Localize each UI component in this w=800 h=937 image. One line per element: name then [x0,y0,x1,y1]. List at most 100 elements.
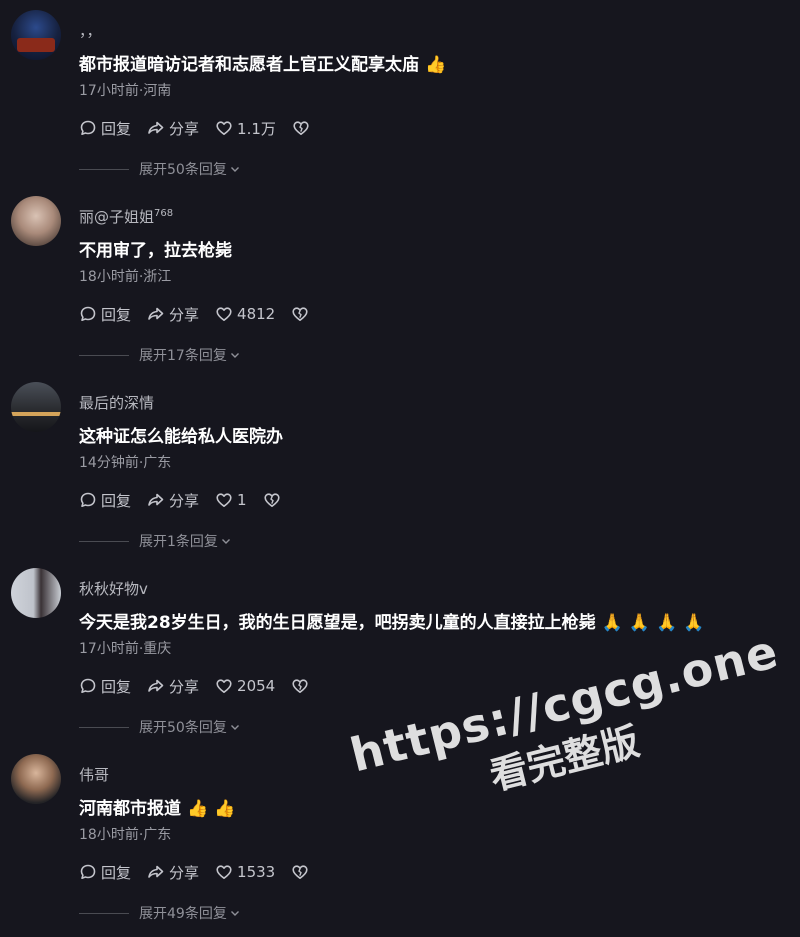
avatar[interactable] [11,196,61,246]
share-label: 分享 [169,677,200,696]
comment-item: 丽@子姐姐768 不用审了，拉去枪毙 18小时前·浙江 回复 分享 4812 展… [0,186,800,372]
thumbs-up-emoji: 👍 [214,799,236,819]
username-badge: 768 [154,208,174,219]
pray-emoji: 🙏 [628,613,650,633]
share-label: 分享 [169,491,200,510]
comment-text: 都市报道暗访记者和志愿者上官正义配享太庙 👍 [79,55,447,75]
comment-meta: 14分钟前·广东 [79,455,172,471]
expand-replies[interactable]: 展开50条回复 [79,160,241,178]
username[interactable]: 最后的深情 [79,392,154,413]
expand-replies-label: 展开49条回复 [139,906,227,922]
like-count: 1 [237,491,247,509]
thumbs-up-emoji: 👍 [187,799,209,819]
emoji-group: 🙏 🙏 🙏 🙏 [596,613,705,633]
heart-icon [216,679,232,693]
username[interactable]: 秋秋好物v [79,578,148,599]
chevron-down-icon [230,725,239,730]
comment-item: 最后的深情 这种证怎么能给私人医院办 14分钟前·广东 回复 分享 1 展开1条… [0,372,800,558]
reply-label: 回复 [101,491,132,510]
action-bar: 回复 分享 1.1万 [79,118,330,138]
comment-bubble-icon [80,306,96,321]
expand-replies[interactable]: 展开17条回复 [79,346,241,364]
emoji-group: 👍 👍 [181,799,235,819]
comment-text: 河南都市报道 👍 👍 [79,799,236,819]
reply-button[interactable]: 回复 [79,862,131,883]
comment-meta: 17小时前·河南 [79,83,172,99]
heart-icon [216,493,232,507]
share-button[interactable]: 分享 [147,490,199,511]
expand-replies[interactable]: 展开1条回复 [79,532,232,550]
avatar[interactable] [11,568,61,618]
chevron-down-icon [221,539,230,544]
action-bar: 回复 分享 2054 [79,676,329,696]
divider [79,354,129,356]
share-button[interactable]: 分享 [147,676,199,697]
username[interactable]: 伟哥 [79,764,109,785]
avatar[interactable] [11,754,61,804]
dislike-button[interactable] [292,119,314,137]
reply-button[interactable]: 回复 [79,490,131,511]
comment-bubble-icon [80,120,96,135]
dislike-button[interactable] [291,305,313,323]
share-button[interactable]: 分享 [147,862,199,883]
reply-button[interactable]: 回复 [79,676,131,697]
broken-heart-icon [292,679,308,693]
expand-replies-label: 展开1条回复 [139,534,218,550]
share-button[interactable]: 分享 [147,118,199,139]
broken-heart-icon [263,493,280,507]
expand-replies-label: 展开50条回复 [139,162,227,178]
broken-heart-icon [292,307,308,321]
broken-heart-icon [293,121,309,135]
like-button[interactable]: 4812 [215,305,275,323]
dislike-button[interactable] [263,491,285,509]
heart-icon [216,865,232,879]
avatar[interactable] [11,10,61,60]
divider [79,726,129,728]
like-button[interactable]: 1533 [215,863,275,881]
like-count: 2054 [237,677,276,695]
comment-item: 伟哥 河南都市报道 👍 👍 18小时前·广东 回复 分享 1533 展开49条回… [0,744,800,930]
like-button[interactable]: 2054 [215,677,275,695]
like-button[interactable]: 1.1万 [215,118,276,139]
divider [79,540,129,542]
share-label: 分享 [169,305,200,324]
heart-icon [216,307,232,321]
action-bar: 回复 分享 1 [79,490,301,510]
pray-emoji: 🙏 [601,613,623,633]
username[interactable]: ，， [79,20,102,41]
reply-label: 回复 [101,677,132,696]
divider [79,912,129,914]
username[interactable]: 丽@子姐姐768 [79,206,173,227]
expand-replies-label: 展开50条回复 [139,720,227,736]
pray-emoji: 🙏 [683,613,705,633]
broken-heart-icon [292,865,308,879]
like-count: 1.1万 [237,119,276,138]
expand-replies[interactable]: 展开49条回复 [79,904,241,922]
reply-label: 回复 [101,863,132,882]
reply-label: 回复 [101,305,132,324]
dislike-button[interactable] [291,677,313,695]
pray-emoji: 🙏 [656,613,678,633]
like-button[interactable]: 1 [215,491,247,509]
like-count: 4812 [237,305,276,323]
share-label: 分享 [169,119,200,138]
share-label: 分享 [169,863,200,882]
avatar[interactable] [11,382,61,432]
thumbs-up-emoji: 👍 [425,55,447,75]
share-button[interactable]: 分享 [147,304,199,325]
comment-bubble-icon [80,864,96,879]
expand-replies-label: 展开17条回复 [139,348,227,364]
reply-button[interactable]: 回复 [79,118,131,139]
reply-button[interactable]: 回复 [79,304,131,325]
action-bar: 回复 分享 1533 [79,862,329,882]
comment-feed: ，， 都市报道暗访记者和志愿者上官正义配享太庙 👍 17小时前·河南 回复 分享 … [0,0,800,937]
share-arrow-icon [148,121,164,134]
comment-meta: 18小时前·浙江 [79,269,172,285]
comment-text: 这种证怎么能给私人医院办 [79,427,283,447]
expand-replies[interactable]: 展开50条回复 [79,718,241,736]
divider [79,168,129,170]
dislike-button[interactable] [291,863,313,881]
chevron-down-icon [230,911,239,916]
like-count: 1533 [237,863,276,881]
comment-meta: 17小时前·重庆 [79,641,172,657]
